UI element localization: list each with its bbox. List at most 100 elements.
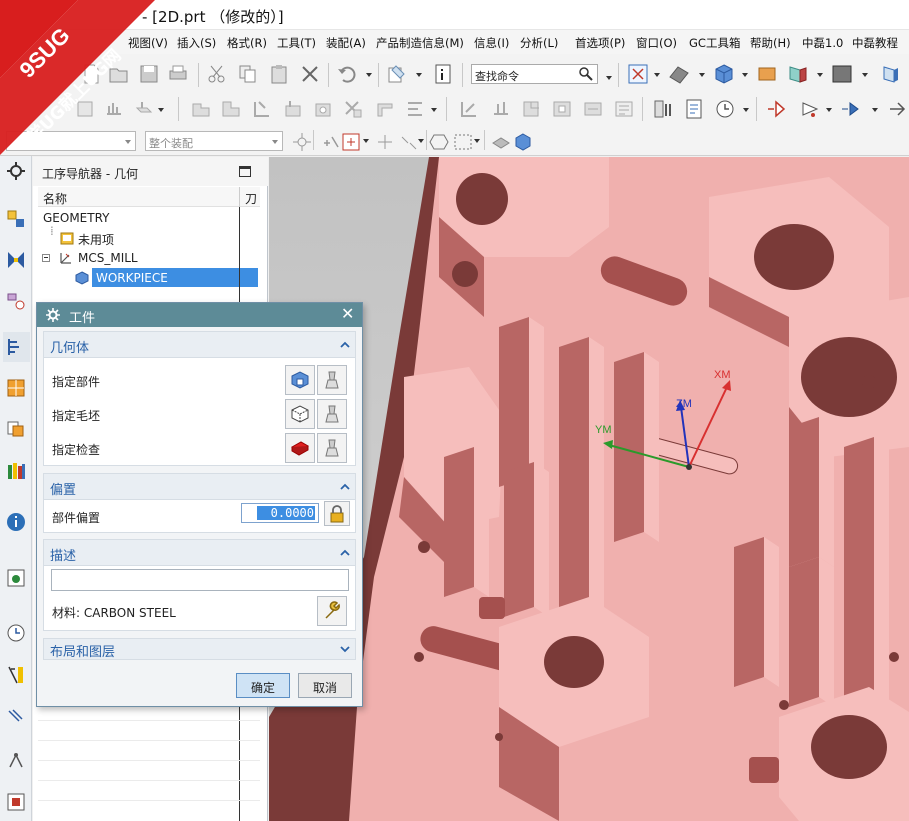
menu-help[interactable]: 帮助(H) <box>750 35 791 51</box>
cut-icon[interactable] <box>206 63 228 85</box>
snap-point-icon[interactable] <box>320 131 339 149</box>
assembly-filter-select[interactable]: 整个装配 <box>145 131 283 151</box>
method-dropdown[interactable] <box>826 108 832 112</box>
description-input[interactable] <box>51 569 349 591</box>
column-tool[interactable]: 刀 <box>245 190 257 207</box>
web-browser-icon[interactable] <box>5 567 27 589</box>
program-order-view-icon[interactable] <box>5 208 27 230</box>
selection-mode-icon[interactable] <box>291 131 311 151</box>
ok-button[interactable]: 确定 <box>236 673 290 698</box>
undo-dropdown[interactable] <box>366 73 372 77</box>
command-finder-icon[interactable] <box>386 63 408 85</box>
fit-view-icon[interactable] <box>627 63 649 85</box>
geometry-dropdown[interactable] <box>158 108 164 112</box>
fit-view-dropdown[interactable] <box>654 73 660 77</box>
select-check-button[interactable] <box>285 433 315 463</box>
command-search-input[interactable]: 查找命令 <box>471 64 598 84</box>
print-icon[interactable] <box>167 63 189 85</box>
gear-icon[interactable] <box>45 307 61 323</box>
background-icon[interactable] <box>831 63 853 85</box>
finder-dropdown[interactable] <box>416 73 422 77</box>
operation-5-icon[interactable] <box>312 98 334 120</box>
palette-icon[interactable] <box>5 664 27 686</box>
more-icon[interactable] <box>886 98 908 120</box>
operation-7-icon[interactable] <box>374 98 396 120</box>
method-icon[interactable] <box>799 98 821 120</box>
body-select-icon[interactable] <box>512 131 531 151</box>
column-name[interactable]: 名称 <box>43 190 67 207</box>
display-dropdown[interactable] <box>872 108 878 112</box>
part-navigator-icon[interactable] <box>5 377 27 399</box>
control-point-icon[interactable] <box>398 131 417 150</box>
menu-zhonglei[interactable]: 中磊1.0 <box>802 35 843 51</box>
shaded-dropdown[interactable] <box>742 73 748 77</box>
process-studio-icon[interactable] <box>5 749 27 771</box>
cancel-button[interactable]: 取消 <box>298 673 352 698</box>
assembly-navigator-icon[interactable] <box>5 418 27 440</box>
geometry-view-icon[interactable] <box>5 290 27 312</box>
copy-icon[interactable] <box>237 63 259 85</box>
paste-icon[interactable] <box>268 63 290 85</box>
display-part-button[interactable] <box>317 365 347 395</box>
time-dropdown[interactable] <box>743 108 749 112</box>
operation-1-icon[interactable] <box>190 98 212 120</box>
face-analysis-dropdown[interactable] <box>817 73 823 77</box>
section-view-icon[interactable] <box>756 63 778 85</box>
component-select-icon[interactable] <box>490 131 510 149</box>
chevron-down-icon[interactable] <box>340 644 350 654</box>
operation-8-icon[interactable] <box>404 98 426 120</box>
lock-button[interactable] <box>324 501 350 526</box>
operation-2-icon[interactable] <box>220 98 242 120</box>
operation-3-icon[interactable] <box>250 98 272 120</box>
display-blank-button[interactable] <box>317 399 347 429</box>
chevron-up-icon[interactable] <box>340 340 350 350</box>
tree-row-unused[interactable]: ⁞ 未用项 <box>38 224 260 248</box>
system-materials-icon[interactable] <box>5 707 27 729</box>
menu-tools[interactable]: 工具(T) <box>277 35 316 51</box>
render-style-dropdown[interactable] <box>699 73 705 77</box>
select-blank-button[interactable] <box>285 399 315 429</box>
menu-insert[interactable]: 插入(S) <box>177 35 216 51</box>
generate-icon[interactable] <box>490 98 512 120</box>
select-part-button[interactable] <box>285 365 315 395</box>
operation-4-icon[interactable] <box>282 98 304 120</box>
snap-filter-icon[interactable] <box>340 131 360 151</box>
search-icon[interactable] <box>578 66 594 82</box>
operation-6-icon[interactable] <box>342 98 364 120</box>
graphics-window[interactable]: XM ZM YM <box>269 157 909 821</box>
chevron-up-icon[interactable] <box>340 548 350 558</box>
shaded-cube-icon[interactable] <box>713 63 735 85</box>
simulate-icon[interactable] <box>551 98 573 120</box>
tree-row-geometry[interactable]: GEOMETRY <box>38 208 260 228</box>
snap-dropdown[interactable] <box>363 139 369 143</box>
material-button[interactable] <box>317 596 347 626</box>
part-offset-input[interactable]: 0.0000 <box>241 503 319 523</box>
geometry-section-header[interactable]: 几何体 <box>44 332 355 358</box>
control-point-dropdown[interactable] <box>418 139 424 143</box>
menu-window[interactable]: 窗口(O) <box>636 35 677 51</box>
menu-info[interactable]: 信息(I) <box>474 35 509 51</box>
feed-icon[interactable] <box>765 98 787 120</box>
menu-format[interactable]: 格式(R) <box>227 35 267 51</box>
operation-navigator-tab-icon[interactable] <box>3 332 30 362</box>
menu-assembly[interactable]: 装配(A) <box>326 35 366 51</box>
help-info-icon[interactable] <box>5 511 27 533</box>
column-divider[interactable] <box>239 187 240 207</box>
chevron-up-icon[interactable] <box>340 482 350 492</box>
roles-icon[interactable] <box>5 791 27 813</box>
offset-section-header[interactable]: 偏置 <box>44 474 355 500</box>
layout-section-header[interactable]: 布局和图层 <box>44 639 355 660</box>
menu-pmi[interactable]: 产品制造信息(M) <box>376 35 464 51</box>
collapse-toggle-icon[interactable] <box>42 254 50 262</box>
machine-tool-view-icon[interactable] <box>5 249 27 271</box>
tree-row-workpiece[interactable]: WORKPIECE <box>38 268 260 288</box>
description-section-header[interactable]: 描述 <box>44 540 355 566</box>
display-path-icon[interactable] <box>840 98 862 120</box>
menu-preferences[interactable]: 首选项(P) <box>575 35 625 51</box>
menu-analysis[interactable]: 分析(L) <box>520 35 558 51</box>
time-icon[interactable] <box>714 98 736 120</box>
postprocess-icon[interactable] <box>582 98 604 120</box>
close-icon[interactable]: ✕ <box>341 306 354 322</box>
background-dropdown[interactable] <box>862 73 868 77</box>
display-check-button[interactable] <box>317 433 347 463</box>
